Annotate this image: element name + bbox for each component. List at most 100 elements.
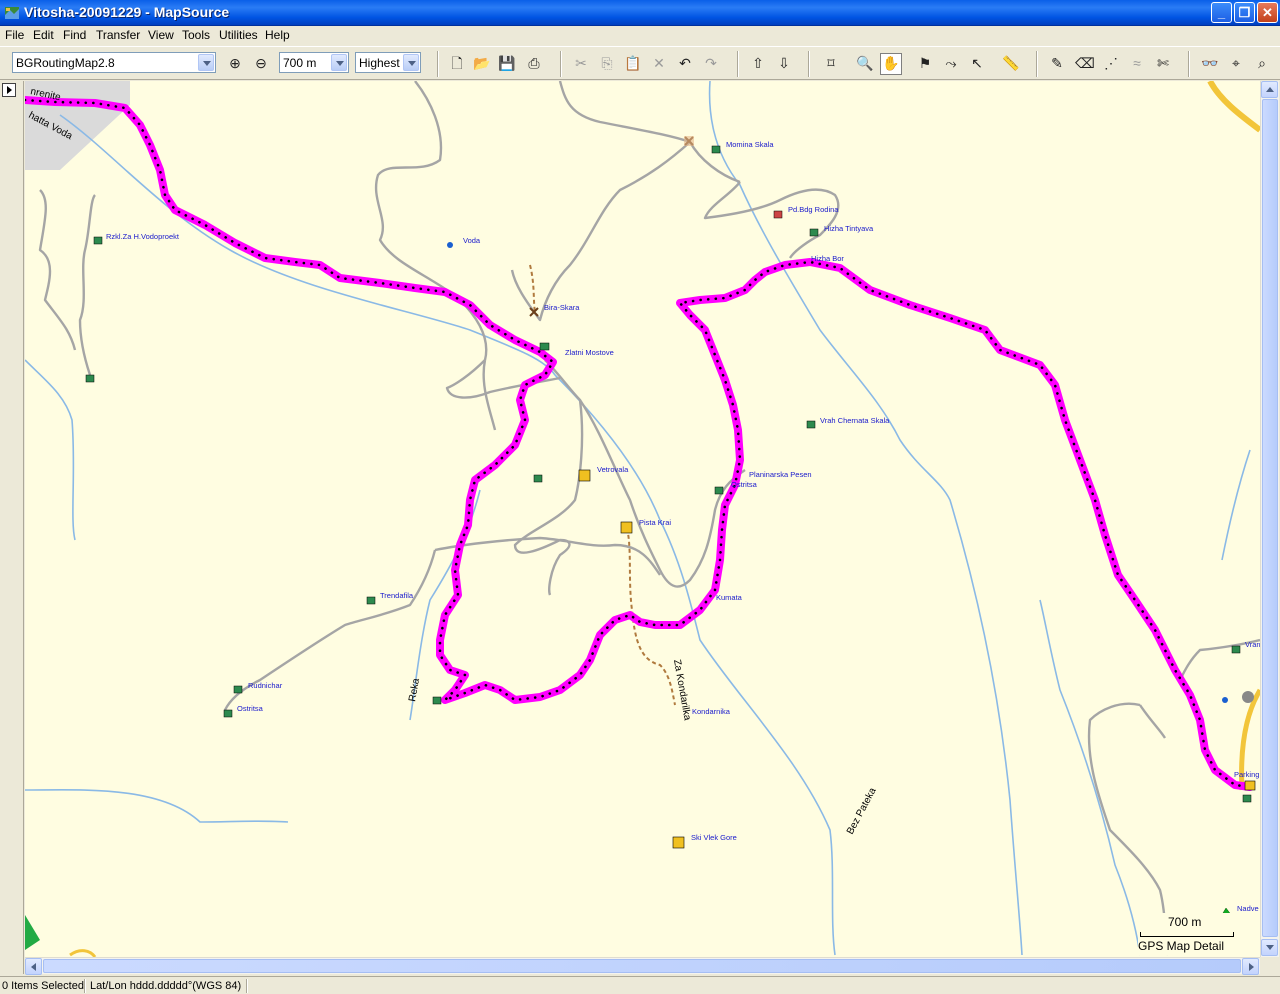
waypoint-tool-icon[interactable]: ⚑ — [916, 54, 934, 72]
track-select-icon[interactable]: ⋰ — [1102, 54, 1120, 72]
find-nearest-icon[interactable]: ⌕ — [1253, 54, 1271, 72]
menu-edit[interactable]: Edit — [33, 28, 54, 42]
hut-icon — [806, 420, 816, 429]
minimize-button[interactable]: _ — [1211, 2, 1232, 23]
map-product-select[interactable]: BGRoutingMap2.8 — [12, 52, 216, 73]
poi-label: Vetrovala — [597, 465, 629, 474]
horizontal-scrollbar[interactable] — [25, 957, 1260, 975]
ski-lift-icon — [620, 521, 633, 534]
poi-cluster-icon — [1242, 691, 1254, 703]
chevron-down-icon[interactable] — [198, 54, 214, 71]
toolbar-separator — [808, 51, 810, 77]
poi-label: Pd.Bdg Rodina — [788, 205, 839, 214]
toolbar-separator — [437, 51, 439, 77]
poi-label: Zlatni Mostove — [565, 348, 614, 357]
hand-tool-icon[interactable]: ✋ — [880, 53, 902, 75]
menu-bar: File Edit Find Transfer View Tools Utili… — [0, 26, 1280, 45]
menu-transfer[interactable]: Transfer — [96, 28, 140, 42]
chevron-down-icon[interactable] — [403, 54, 419, 71]
poi-label: Pista Krai — [639, 518, 671, 527]
maximize-button[interactable]: ❐ — [1234, 2, 1255, 23]
poi-label: Vran — [1245, 640, 1260, 649]
selection-tool-icon[interactable]: ↖ — [968, 54, 986, 72]
eraser-icon[interactable]: ⌫ — [1075, 54, 1095, 72]
menu-utilities[interactable]: Utilities — [219, 28, 258, 42]
close-button[interactable]: ✕ — [1257, 2, 1278, 23]
track-join-icon[interactable]: ≈ — [1128, 54, 1146, 72]
hut-icon — [93, 236, 103, 245]
map-scale: 700 m GPS Map Detail — [1138, 913, 1238, 955]
track-draw-icon[interactable]: ✎ — [1048, 54, 1066, 72]
map-view[interactable]: nrenite hatta Voda Reka Za Kondarilka Be… — [25, 81, 1260, 957]
map-tool-icon[interactable]: ⌑ — [822, 54, 840, 72]
copy-icon[interactable]: ⎘ — [598, 54, 616, 72]
vertical-scrollbar[interactable] — [1260, 81, 1279, 957]
detail-level-value: Highest — [359, 56, 400, 70]
route-tool-icon[interactable]: ⤳ — [942, 54, 960, 72]
find-binoculars-icon[interactable]: 👓 — [1201, 54, 1219, 72]
detail-level-select[interactable]: Highest — [355, 52, 421, 73]
poi-label: Vrah Chernata Skala — [820, 416, 890, 425]
poi-label: Kumata — [716, 593, 743, 602]
expand-panel-button[interactable] — [2, 83, 16, 97]
poi-label: Bira-Skara — [544, 303, 580, 312]
cut-icon[interactable]: ✂ — [572, 54, 590, 72]
chevron-down-icon[interactable] — [331, 54, 347, 71]
hut-icon — [539, 342, 550, 351]
new-file-icon[interactable]: 🗋 — [448, 54, 466, 72]
zoom-scale-value: 700 m — [283, 56, 317, 70]
hut-icon — [533, 474, 543, 483]
scroll-right-button[interactable] — [1242, 958, 1259, 975]
main-road — [1207, 81, 1260, 133]
poi-label: Hizha Tintyava — [824, 224, 874, 233]
menu-find[interactable]: Find — [63, 28, 86, 42]
scroll-down-button[interactable] — [1261, 939, 1278, 956]
receive-from-device-icon[interactable]: ⇧ — [749, 54, 767, 72]
poi-label: Parking — [1234, 770, 1259, 779]
menu-view[interactable]: View — [148, 28, 174, 42]
horizontal-scroll-thumb[interactable] — [43, 959, 1241, 973]
paste-icon[interactable]: 📋 — [624, 54, 642, 72]
scroll-left-button[interactable] — [25, 958, 42, 975]
undo-icon[interactable]: ↶ — [676, 54, 694, 72]
zoom-in-icon[interactable]: ⊕ — [226, 54, 244, 72]
toolbar-separator — [560, 51, 562, 77]
poi-label: Ski Vlek Gore — [691, 833, 737, 842]
hut-icon — [366, 596, 376, 605]
vertical-scroll-thumb[interactable] — [1262, 99, 1278, 937]
measure-tool-icon[interactable]: 📏 — [1002, 54, 1020, 72]
hut-icon — [809, 228, 819, 237]
mapsource-app-icon — [5, 7, 19, 19]
hut-icon — [432, 696, 442, 705]
poi-label: Hizha Bor — [811, 254, 844, 263]
toolbar: BGRoutingMap2.8 ⊕ ⊖ 700 m Highest 🗋 📂 💾 … — [0, 46, 1280, 80]
send-to-device-icon[interactable]: ⇩ — [775, 54, 793, 72]
find-places-icon[interactable]: ⌖ — [1227, 54, 1245, 72]
menu-tools[interactable]: Tools — [182, 28, 210, 42]
poi-label: Rudnichar — [248, 681, 283, 690]
title-bar[interactable]: Vitosha-20091229 - MapSource _ ❐ ✕ — [0, 0, 1280, 26]
road-label-reka: Reka — [407, 677, 422, 702]
lodge-icon — [773, 210, 783, 219]
zoom-tool-icon[interactable]: 🔍 — [856, 54, 874, 72]
print-icon[interactable]: ⎙ — [525, 54, 543, 72]
open-folder-icon[interactable]: 📂 — [473, 54, 491, 72]
delete-icon[interactable]: ✕ — [650, 54, 668, 72]
menu-help[interactable]: Help — [265, 28, 290, 42]
hut-icon — [233, 685, 243, 694]
hut-icon — [223, 709, 233, 718]
poi-label: Nadve — [1237, 904, 1259, 913]
track-split-icon[interactable]: ✄ — [1154, 54, 1172, 72]
menu-file[interactable]: File — [5, 28, 24, 42]
poi-label: Rzkl.Za H.Vodoproekt — [106, 232, 180, 241]
scroll-up-button[interactable] — [1261, 81, 1278, 98]
map-detail-caption: GPS Map Detail — [1138, 939, 1225, 953]
window-title: Vitosha-20091229 - MapSource — [24, 4, 230, 20]
mapsource-window: Vitosha-20091229 - MapSource _ ❐ ✕ File … — [0, 0, 1280, 994]
zoom-out-icon[interactable]: ⊖ — [252, 54, 270, 72]
redo-icon[interactable]: ↷ — [702, 54, 720, 72]
poi-label: Kondarnika — [692, 707, 731, 716]
zoom-scale-select[interactable]: 700 m — [279, 52, 349, 73]
save-icon[interactable]: 💾 — [498, 54, 516, 72]
map-canvas[interactable]: nrenite hatta Voda Reka Za Kondarilka Be… — [25, 81, 1260, 957]
